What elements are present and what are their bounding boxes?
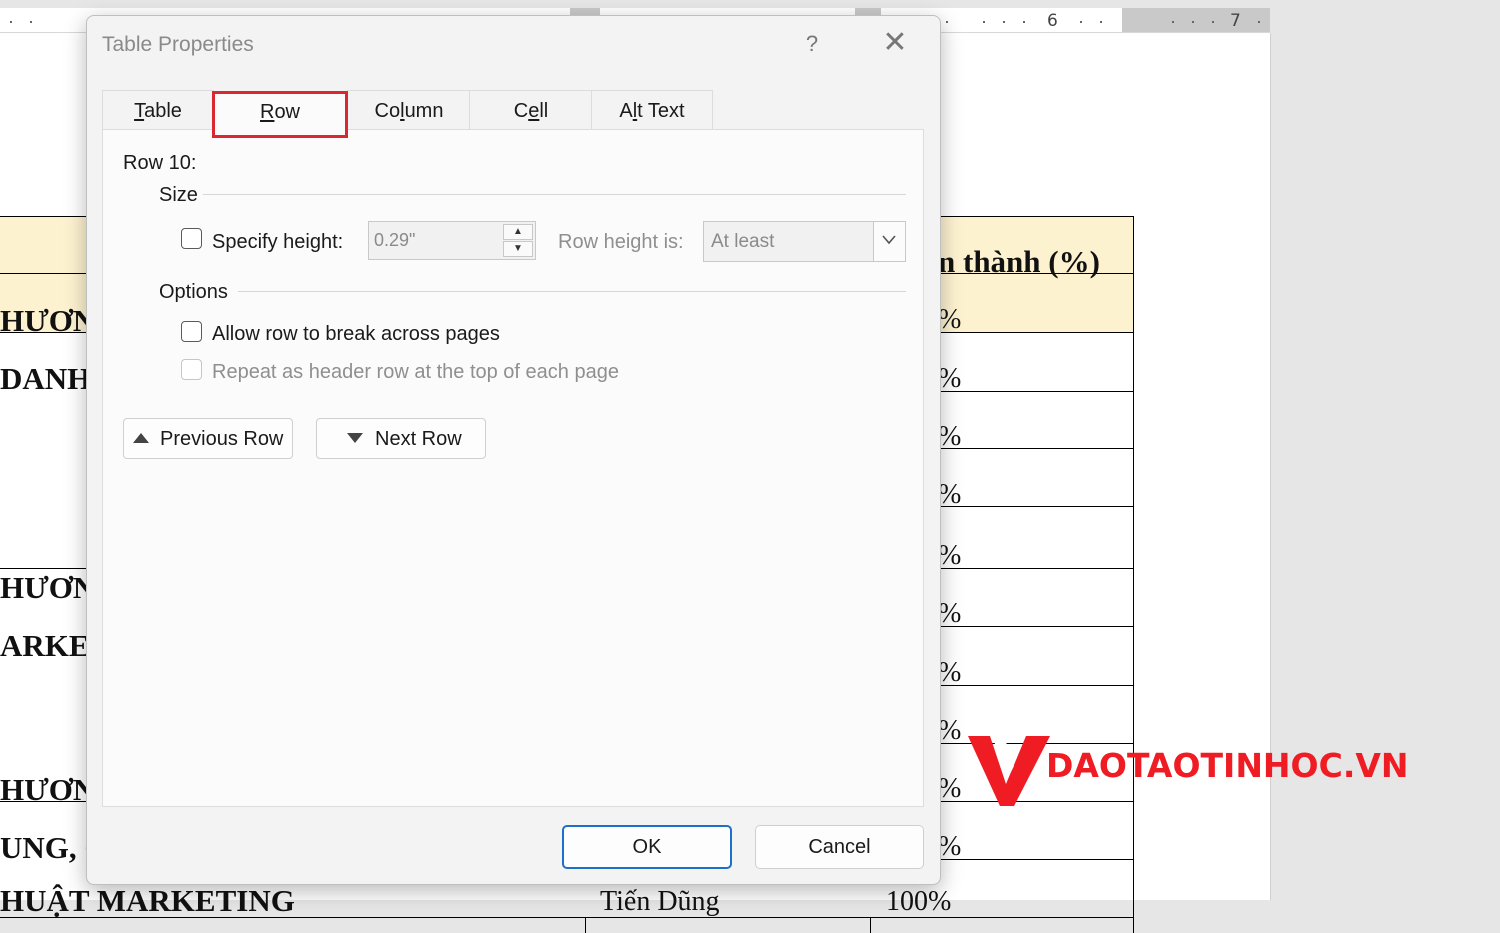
ruler-number-6: 6 [1047, 11, 1058, 31]
tab-label: Table [134, 100, 182, 122]
percent-cell: % [938, 657, 962, 688]
tab-alt-text[interactable]: Alt Text [591, 90, 713, 129]
table-cell-name: Tiến Dũng [600, 886, 720, 917]
close-icon[interactable]: ✕ [879, 28, 911, 58]
tab-table[interactable]: Table [102, 90, 214, 129]
tab-row[interactable]: Row [212, 91, 348, 138]
percent-cell: % [938, 304, 962, 335]
previous-row-label: Previous Row [160, 428, 284, 450]
tab-label: Row [259, 101, 301, 123]
logo-mark-icon [968, 736, 1050, 806]
percent-cell: % [938, 598, 962, 629]
row-height-is-value: At least [711, 231, 775, 252]
specify-height-label[interactable]: Specify height: [212, 231, 343, 254]
row-height-is-select[interactable]: At least [703, 221, 906, 262]
row-title-fragment: HUẬT MARKETING [0, 883, 295, 918]
row-height-is-label: Row height is: [558, 231, 684, 253]
triangle-up-icon [133, 433, 149, 443]
allow-break-label[interactable]: Allow row to break across pages [212, 323, 500, 346]
spin-up-icon[interactable]: ▲ [503, 224, 533, 240]
size-group-label: Size [159, 184, 198, 206]
row-title-fragment: HƯƠN [0, 303, 96, 338]
ruler-number-7: 7 [1230, 11, 1241, 31]
height-spinbox[interactable]: 0.29" ▲ ▼ [368, 221, 536, 260]
options-group-label: Options [159, 281, 228, 303]
table-properties-dialog: Table Properties ? ✕ Table Row Column Ce… [86, 15, 941, 885]
ruler-right-margin [1122, 8, 1270, 32]
ok-button[interactable]: OK [562, 825, 732, 869]
tab-cell[interactable]: Cell [469, 90, 593, 129]
percent-cell: % [938, 715, 962, 746]
percent-cell: % [938, 831, 962, 862]
percent-cell: % [938, 421, 962, 452]
tab-label: Column [374, 100, 444, 122]
table-cell-percent: 100% [886, 886, 952, 917]
watermark-text: DAOTAOTINHOC.VN [1046, 746, 1409, 785]
next-row-button[interactable]: Next Row [316, 418, 486, 459]
size-group-divider [203, 194, 906, 195]
next-row-label: Next Row [375, 428, 462, 450]
tab-label: Cell [513, 100, 549, 122]
height-value: 0.29" [374, 230, 416, 250]
cancel-button[interactable]: Cancel [755, 825, 924, 869]
height-spinner: ▲ ▼ [503, 224, 533, 257]
specify-height-checkbox[interactable] [181, 228, 202, 249]
spin-down-icon[interactable]: ▼ [503, 241, 533, 257]
row-number-label: Row 10: [123, 152, 197, 174]
percent-cell: % [938, 773, 962, 804]
watermark-logo: DAOTAOTINHOC.VN [968, 730, 1418, 810]
tab-label: Alt Text [619, 100, 685, 122]
table-header-completion: n thành (%) [938, 244, 1100, 279]
dialog-title: Table Properties [102, 33, 254, 56]
row-title-fragment: HƯƠN [0, 570, 96, 605]
triangle-down-icon [347, 433, 363, 443]
row-title-fragment: ARKE [0, 628, 90, 663]
help-button[interactable]: ? [800, 31, 824, 57]
repeat-header-checkbox [181, 359, 202, 380]
percent-cell: % [938, 363, 962, 394]
repeat-header-label: Repeat as header row at the top of each … [212, 361, 619, 383]
allow-break-checkbox[interactable] [181, 321, 202, 342]
percent-cell: % [938, 479, 962, 510]
row-title-fragment: DANH [0, 361, 92, 396]
previous-row-button[interactable]: Previous Row [123, 418, 293, 459]
row-title-fragment: HƯƠN [0, 772, 96, 807]
percent-cell: % [938, 540, 962, 571]
options-group-divider [238, 291, 906, 292]
chevron-down-icon[interactable] [873, 222, 905, 261]
row-tab-panel: Row 10: Size Specify height: 0.29" ▲ ▼ R… [102, 129, 924, 807]
tab-column[interactable]: Column [347, 90, 471, 129]
